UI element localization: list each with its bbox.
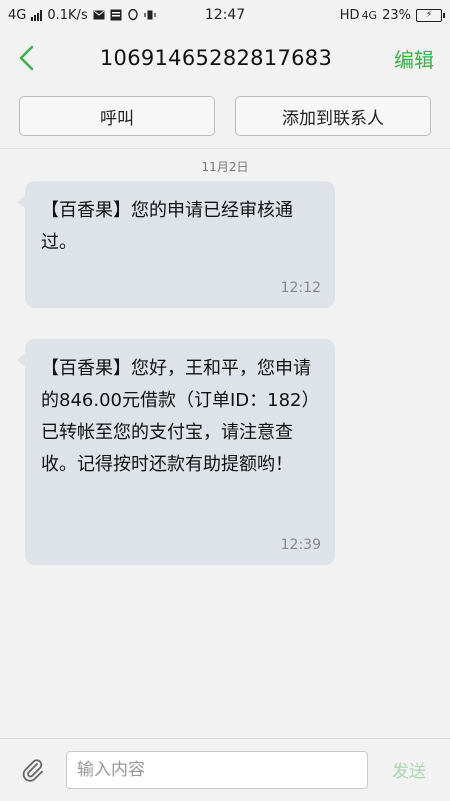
add-to-contacts-button[interactable]: 添加到联系人	[235, 96, 431, 136]
signal-icon	[31, 9, 43, 21]
network-type-right: 4G	[361, 8, 378, 22]
vibrate-icon	[144, 10, 156, 20]
qq-notification-icon	[128, 9, 138, 21]
date-separator: 11月2日	[201, 160, 249, 174]
status-bar: 4G 0.1K/s 12:47 HD 4G 23% ⚡	[0, 0, 450, 30]
header-divider	[0, 148, 450, 149]
edit-button[interactable]: 编辑	[378, 44, 450, 73]
sender-number-title: 10691465282817683	[99, 46, 333, 70]
conversation-header: 10691465282817683 编辑	[0, 30, 450, 86]
network-speed: 0.1K/s	[47, 7, 88, 23]
message-text: 【百香果】您好，王和平，您申请的846.00元借款（订单ID：182）已转帐至您…	[41, 358, 311, 475]
back-button[interactable]	[0, 30, 54, 86]
composer-bar: 发送	[0, 738, 450, 800]
news-notification-icon	[110, 9, 122, 21]
message-text: 【百香果】您的申请已经审核通过。	[41, 200, 293, 253]
battery-percent: 23%	[382, 7, 411, 23]
call-button[interactable]: 呼叫	[19, 96, 215, 136]
charging-battery-icon: ⚡	[416, 8, 445, 22]
paperclip-icon	[22, 758, 43, 782]
action-row: 呼叫 添加到联系人	[0, 96, 450, 138]
message-input[interactable]	[66, 750, 368, 789]
sms-notification-icon	[93, 10, 105, 20]
chevron-left-icon	[19, 45, 34, 71]
hd-indicator: HD	[339, 7, 360, 23]
status-left: 4G 0.1K/s	[8, 8, 156, 23]
message-time: 12:39	[280, 537, 321, 553]
message-bubble[interactable]: 【百香果】您好，王和平，您申请的846.00元借款（订单ID：182）已转帐至您…	[17, 339, 335, 565]
send-button[interactable]: 发送	[368, 757, 450, 782]
message-bubble[interactable]: 【百香果】您的申请已经审核通过。 12:12	[17, 181, 335, 308]
attach-button[interactable]	[0, 739, 66, 801]
status-right: HD 4G 23% ⚡	[339, 7, 445, 23]
message-time: 12:12	[280, 280, 321, 296]
network-type-left: 4G	[8, 7, 27, 23]
